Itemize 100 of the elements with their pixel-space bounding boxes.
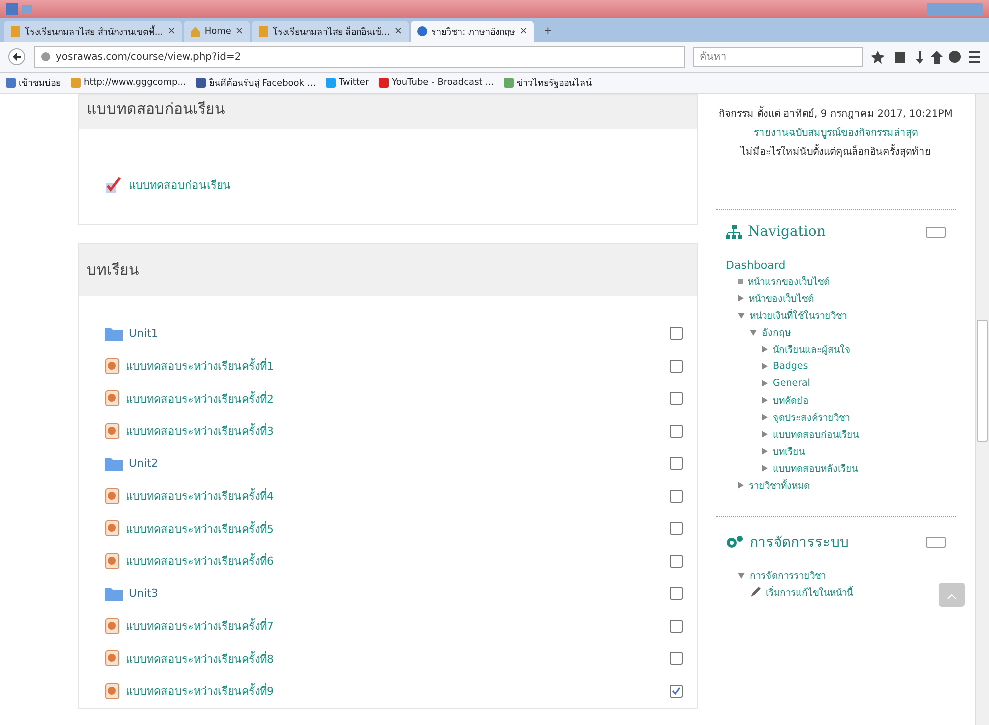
- tree-item[interactable]: บทคัดย่อ: [773, 393, 809, 408]
- caret-down-icon[interactable]: [750, 330, 757, 336]
- activity-link[interactable]: แบบทดสอบระหว่างเรียนครั้งที่7: [126, 617, 664, 636]
- page-icon: [258, 26, 269, 37]
- tree-item[interactable]: General: [773, 378, 810, 389]
- close-icon[interactable]: ×: [394, 26, 403, 37]
- caret-right-icon[interactable]: [762, 465, 768, 472]
- completion-checkbox[interactable]: [670, 360, 683, 373]
- gears-icon: [726, 535, 744, 549]
- completion-checkbox[interactable]: [670, 522, 683, 536]
- caret-right-icon[interactable]: [762, 397, 768, 404]
- document-icon: [105, 552, 120, 570]
- completion-checkbox[interactable]: [670, 457, 683, 470]
- report-link[interactable]: รายงานฉบับสมบูรณ์ของกิจกรรมล่าสุด: [754, 125, 918, 140]
- section-title: บทเรียน: [79, 244, 697, 296]
- browser-tab[interactable]: Home ×: [184, 21, 250, 42]
- tree-item[interactable]: อังกฤษ: [762, 325, 791, 340]
- dashboard-link[interactable]: Dashboard: [726, 259, 786, 272]
- tree-item[interactable]: บทเรียน: [773, 444, 805, 459]
- bookmark-link[interactable]: ยินดีต้อนรับสู่ Facebook ...: [196, 76, 316, 90]
- document-icon: [105, 422, 120, 440]
- bookmark-icon: [379, 78, 390, 88]
- activity-link[interactable]: แบบทดสอบระหว่างเรียนครั้งที่3: [126, 422, 664, 440]
- completion-checkbox[interactable]: [670, 620, 683, 633]
- tree-item[interactable]: จุดประสงค์รายวิชา: [773, 410, 850, 425]
- caret-right-icon[interactable]: [738, 482, 744, 489]
- caret-right-icon[interactable]: [738, 295, 744, 302]
- caret-right-icon[interactable]: [762, 346, 768, 353]
- completion-checkbox[interactable]: [670, 684, 683, 698]
- section-title: แบบทดสอบก่อนเรียน: [79, 95, 697, 129]
- bookmark-icon: [504, 78, 514, 88]
- activity-link[interactable]: แบบทดสอบระหว่างเรียนครั้งที่2: [126, 390, 664, 408]
- activity-link[interactable]: Unit1: [129, 327, 664, 340]
- document-icon: [105, 390, 120, 408]
- tree-item[interactable]: การจัดการรายวิชา: [750, 568, 826, 583]
- block-title: การจัดการระบบ: [750, 534, 850, 553]
- block-controls[interactable]: [926, 226, 946, 238]
- bookmark-link[interactable]: http://www.gggcomp...: [71, 78, 186, 88]
- completion-checkbox[interactable]: [670, 424, 683, 438]
- document-icon: [105, 358, 120, 375]
- block-title: Navigation: [748, 224, 827, 240]
- checkmark-icon: [105, 176, 123, 194]
- activity-link[interactable]: แบบทดสอบระหว่างเรียนครั้งที่8: [126, 650, 664, 668]
- completion-checkbox[interactable]: [670, 490, 683, 503]
- document-icon: [105, 682, 120, 700]
- tree-item[interactable]: Badges: [773, 361, 808, 372]
- close-icon[interactable]: ×: [235, 26, 244, 37]
- tree-item[interactable]: เริ่มการแก้ไขในหน้านี้: [766, 585, 853, 600]
- bookmark-link[interactable]: Twitter: [326, 78, 370, 88]
- activity-link[interactable]: แบบทดสอบระหว่างเรียนครั้งที่6: [126, 552, 664, 570]
- activity-link[interactable]: Unit3: [129, 587, 664, 600]
- caret-down-icon[interactable]: [738, 572, 745, 578]
- address-bar[interactable]: yosrawas.com/course/view.php?id=2: [34, 46, 685, 68]
- activity-link[interactable]: Unit2: [129, 457, 664, 470]
- activity-link[interactable]: แบบทดสอบก่อนเรียน: [129, 176, 683, 194]
- block-controls[interactable]: [926, 536, 946, 548]
- tree-item[interactable]: รายวิชาทั้งหมด: [749, 478, 810, 493]
- caret-right-icon[interactable]: [762, 363, 768, 370]
- completion-checkbox[interactable]: [670, 392, 683, 406]
- bookmark-icon: [71, 78, 81, 88]
- bookmark-link[interactable]: ข่าวไทยรัฐออนไลน์: [504, 76, 592, 90]
- activity-link[interactable]: แบบทดสอบระหว่างเรียนครั้งที่9: [126, 682, 664, 700]
- document-icon: [105, 520, 120, 538]
- tree-item[interactable]: หน้าแรกของเว็บไซต์: [748, 274, 830, 289]
- document-icon: [105, 650, 120, 668]
- page-icon: [10, 26, 21, 37]
- browser-tab[interactable]: รายวิชา: ภาษาอังกฤษ ×: [410, 21, 534, 42]
- pencil-icon: [750, 587, 761, 598]
- completion-checkbox[interactable]: [670, 554, 683, 568]
- tree-item[interactable]: แบบทดสอบก่อนเรียน: [773, 427, 859, 442]
- tree-item[interactable]: หน้าของเว็บไซต์: [749, 291, 814, 306]
- activity-message: ไม่มีอะไรใหม่นับตั้งแต่คุณล็อกอินครั้งสุดท้าย: [741, 144, 931, 159]
- globe-icon: [41, 52, 51, 62]
- toolbar-icons[interactable]: [871, 50, 981, 64]
- bookmark-link[interactable]: YouTube - Broadcast ...: [379, 78, 494, 88]
- activity-link[interactable]: แบบทดสอบระหว่างเรียนครั้งที่4: [126, 487, 664, 506]
- bookmark-link[interactable]: เข้าชมบ่อย: [6, 76, 61, 90]
- completion-checkbox[interactable]: [670, 587, 683, 600]
- back-icon[interactable]: [8, 48, 26, 66]
- tree-item[interactable]: หน่วยเงินที่ใช้ในรายวิชา: [750, 308, 847, 323]
- browser-tab[interactable]: โรงเรียนกมลาไสย ล็อกอินเข้... ×: [252, 21, 409, 42]
- tree-item[interactable]: นักเรียนและผู้สนใจ: [773, 342, 851, 357]
- caret-right-icon[interactable]: [762, 431, 768, 438]
- search-field[interactable]: ค้นหา: [693, 47, 863, 67]
- activity-since-text: กิจกรรม ตั้งแต่ อาทิตย์, 9 กรกฎาคม 2017, 10:21PM: [719, 106, 953, 121]
- caret-right-icon[interactable]: [762, 414, 768, 421]
- completion-checkbox[interactable]: [670, 652, 683, 666]
- caret-right-icon[interactable]: [762, 380, 768, 387]
- caret-down-icon[interactable]: [738, 312, 745, 318]
- activity-link[interactable]: แบบทดสอบระหว่างเรียนครั้งที่1: [126, 357, 664, 376]
- caret-right-icon[interactable]: [762, 448, 768, 455]
- tab-title: โรงเรียนกมลาไสย ล็อกอินเข้...: [272, 26, 390, 38]
- activity-link[interactable]: แบบทดสอบระหว่างเรียนครั้งที่5: [126, 520, 664, 538]
- new-tab-button[interactable]: +: [536, 26, 560, 42]
- house-icon: [190, 26, 201, 37]
- close-icon[interactable]: ×: [520, 26, 528, 37]
- tree-item[interactable]: แบบทดสอบหลังเรียน: [773, 461, 858, 476]
- browser-tab[interactable]: โรงเรียนกมลาไสย สำนักงานเขตพื้... ×: [4, 21, 182, 42]
- close-icon[interactable]: ×: [167, 26, 176, 37]
- completion-checkbox[interactable]: [670, 327, 683, 340]
